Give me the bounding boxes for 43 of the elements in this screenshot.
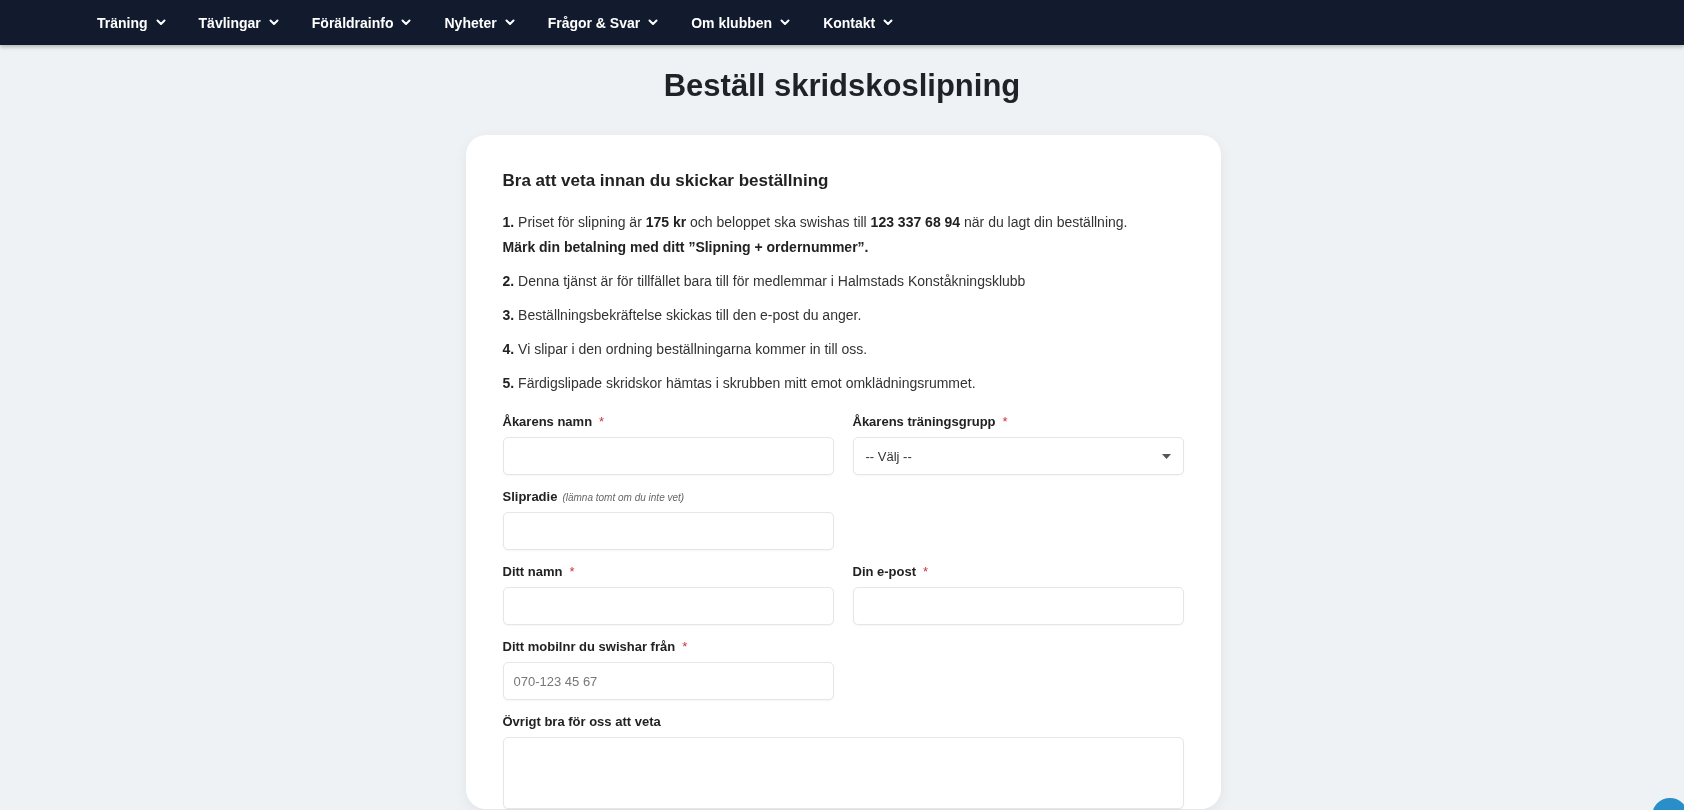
required-mark: * bbox=[1002, 414, 1008, 429]
nav-menu-item[interactable]: Nyheter bbox=[444, 14, 515, 31]
text-area[interactable] bbox=[502, 737, 1184, 809]
input-field[interactable] bbox=[852, 587, 1184, 625]
input-field[interactable] bbox=[502, 587, 834, 625]
section-heading: Bra att veta innan du skickar beställning bbox=[502, 171, 829, 191]
required-mark: * bbox=[682, 639, 688, 654]
info-paragraph: 2. Denna tjänst är för tillfället bara till för medlemmar i Halmstads Konståkningsklubb bbox=[502, 273, 1026, 290]
field-hint: (lämna tomt om du inte vet) bbox=[562, 492, 685, 503]
chevron-down-icon bbox=[268, 19, 279, 26]
required-mark: * bbox=[923, 564, 929, 579]
info-paragraph: 3. Beställningsbekräftelse skickas till den e-post du anger. bbox=[502, 307, 862, 324]
field-label: Slipradie bbox=[502, 489, 558, 504]
field-label: Ditt mobilnr du swishar från bbox=[502, 639, 676, 654]
info-paragraph: Märk din betalning med ditt ”Slipning + ordernummer”. bbox=[502, 239, 869, 256]
input-field[interactable]: 070-123 45 67 bbox=[502, 662, 834, 700]
dropdown-arrow-icon bbox=[1161, 453, 1171, 459]
chevron-down-icon bbox=[780, 19, 791, 26]
field-label: Ditt namn bbox=[502, 564, 563, 579]
nav-menu-item[interactable]: Föräldrainfo bbox=[311, 14, 412, 31]
field-label: Din e-post bbox=[852, 564, 917, 579]
nav-menu-item[interactable]: Frågor & Svar bbox=[547, 14, 659, 31]
page-title: Beställ skridskoslipning bbox=[663, 67, 1021, 105]
info-paragraph: 4. Vi slipar i den ordning beställningarna kommer in till oss. bbox=[502, 341, 868, 358]
field-label: Övrigt bra för oss att veta bbox=[502, 714, 661, 729]
dropdown-field[interactable]: -- Välj -- bbox=[852, 437, 1184, 475]
required-mark: * bbox=[569, 564, 575, 579]
nav-menu-item[interactable]: Kontakt bbox=[823, 14, 894, 31]
chevron-down-icon bbox=[155, 19, 166, 26]
nav-menu-item[interactable]: Om klubben bbox=[691, 14, 791, 31]
input-field[interactable] bbox=[502, 512, 834, 550]
chevron-down-icon bbox=[401, 19, 412, 26]
chevron-down-icon bbox=[648, 19, 659, 26]
field-label: Åkarens träningsgrupp bbox=[852, 414, 996, 429]
nav-menu-item[interactable]: Tävlingar bbox=[198, 14, 279, 31]
field-label: Åkarens namn bbox=[502, 414, 593, 429]
info-paragraph: 5. Färdigslipade skridskor hämtas i skrubben mitt emot omklädningsrummet. bbox=[502, 375, 976, 392]
required-mark: * bbox=[599, 414, 605, 429]
chevron-down-icon bbox=[504, 19, 515, 26]
chevron-down-icon bbox=[883, 19, 894, 26]
input-field[interactable] bbox=[502, 437, 834, 475]
nav-menu-item[interactable]: Träning bbox=[97, 14, 166, 31]
info-paragraph: 1. Priset för slipning är 175 kr och beloppet ska swishas till 123 337 68 94 när du lagt din beställning. bbox=[502, 214, 1128, 231]
